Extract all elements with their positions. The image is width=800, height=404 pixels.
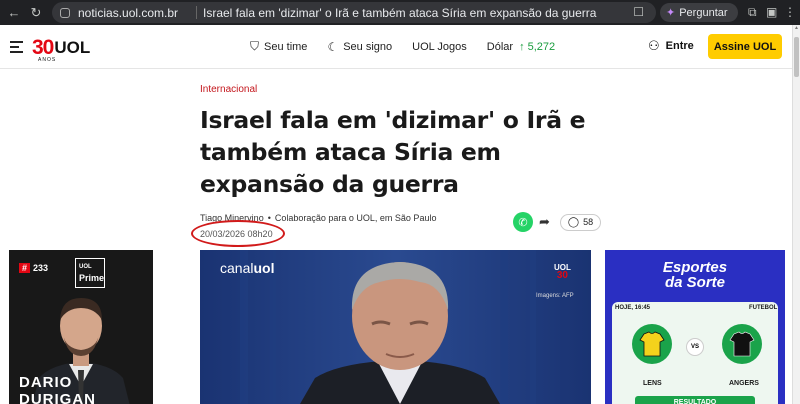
match-time: HOJE, 16:45: [615, 305, 651, 311]
sparkle-icon: ✦: [666, 7, 676, 19]
url-text: noticias.uol.com.br: [78, 5, 179, 20]
dolar-quote[interactable]: Dólar ↑ 5,272: [487, 41, 555, 53]
bookmark-icon[interactable]: ☐: [633, 5, 644, 19]
site-info-icon[interactable]: [60, 7, 70, 18]
sponsor-line1: Esportes: [662, 259, 728, 276]
channel-brand: uol: [253, 260, 275, 276]
comments-button[interactable]: ◯ 58: [559, 213, 602, 231]
byline-dot: •: [267, 213, 271, 223]
video-player[interactable]: canaluol UOL 30 Imagens: AFP: [200, 250, 591, 404]
channel-prefix: canal: [220, 260, 254, 276]
ask-button[interactable]: ✦ Perguntar: [660, 3, 738, 22]
dolar-value: ↑ 5,272: [519, 40, 556, 53]
comment-icon: ◯: [567, 216, 580, 228]
menu-icon[interactable]: ⋮: [784, 5, 796, 19]
nav-seu-signo[interactable]: ☾ Seu signo: [327, 40, 392, 54]
logo-sub: ANOS: [38, 57, 57, 63]
image-credit: Imagens: AFP: [536, 293, 574, 299]
sponsor-logo: Esportes da Sorte: [605, 260, 785, 290]
nav-label: UOL Jogos: [412, 40, 467, 53]
prime-top: UOL: [79, 264, 92, 270]
shield-icon: ⛉: [250, 39, 260, 53]
address-divider: [196, 6, 197, 19]
collab-text: Colaboração para o UOL, em São Paulo: [274, 213, 437, 223]
uol-logo[interactable]: 30 UOL ANOS: [32, 34, 91, 63]
back-icon[interactable]: ←: [6, 5, 22, 20]
team-home-name: LENS: [643, 380, 662, 387]
article-title: Israel fala em 'dizimar' o Irã e também …: [200, 106, 586, 198]
rank-value: 233: [33, 263, 49, 273]
uol-prime-logo: UOL Prime: [75, 258, 105, 288]
uol30-badge: UOL 30: [554, 264, 571, 281]
page-title-text: Israel fala em 'dizimar' o Irã e também …: [203, 5, 597, 20]
versus-badge: VS: [686, 338, 704, 356]
user-icon: ⚇: [648, 38, 660, 53]
rank-badge: #233: [19, 263, 48, 273]
browser-toolbar: ← ↻ noticias.uol.com.br Israel fala em '…: [0, 0, 800, 25]
site-header: 30 UOL ANOS ⛉ Seu time ☾ Seu signo UOL J…: [0, 25, 792, 69]
hash-icon: #: [19, 263, 31, 273]
nav-label: Seu signo: [343, 40, 393, 53]
article-category[interactable]: Internacional: [200, 84, 600, 95]
article-header: Internacional Israel fala em 'dizimar' o…: [200, 84, 600, 200]
logo-brand: UOL: [54, 38, 91, 57]
prime-label: Prime: [79, 273, 105, 283]
login-label: Entre: [665, 40, 694, 52]
sponsor-line2: da Sorte: [664, 274, 725, 291]
dolar-label: Dólar: [486, 40, 514, 53]
moon-icon: ☾: [327, 39, 339, 54]
nav-label: Seu time: [264, 40, 308, 53]
nav-seu-time[interactable]: ⛉ Seu time: [250, 39, 307, 54]
address-bar[interactable]: noticias.uol.com.br Israel fala em 'dizi…: [52, 2, 656, 23]
match-sport: FUTEBOL: [749, 305, 778, 311]
team-home-icon: [632, 324, 672, 364]
comments-count: 58: [583, 217, 594, 227]
whatsapp-icon[interactable]: ✆: [513, 212, 533, 232]
hamburger-menu-icon[interactable]: [10, 41, 23, 56]
ad-left-banner[interactable]: #233 UOL Prime DARIO DURIGAN: [9, 250, 153, 404]
team-away-name: ANGERS: [729, 380, 759, 387]
date-highlight-circle: [191, 220, 285, 247]
scroll-up-icon[interactable]: ▲: [793, 25, 800, 31]
page-scrollbar[interactable]: ▲: [792, 25, 800, 404]
ad-right-banner[interactable]: Esportes da Sorte HOJE, 16:45 FUTEBOL VS…: [605, 250, 785, 404]
top-nav: ⛉ Seu time ☾ Seu signo UOL Jogos Dólar ↑…: [250, 39, 575, 54]
team-away-icon: [722, 324, 762, 364]
subscribe-button[interactable]: Assine UOL: [708, 34, 782, 59]
ad-left-caption: DARIO DURIGAN: [19, 374, 96, 404]
share-icon[interactable]: ➦: [539, 214, 550, 230]
login-link[interactable]: ⚇ Entre: [648, 38, 694, 54]
ask-label: Perguntar: [679, 6, 728, 19]
result-button[interactable]: RESULTADO: [635, 396, 755, 404]
share-bar: ✆ ➦ ◯ 58: [513, 212, 602, 232]
uol30-number: 30: [556, 270, 568, 281]
nav-uol-jogos[interactable]: UOL Jogos: [412, 41, 467, 53]
scroll-thumb[interactable]: [794, 37, 799, 77]
reload-icon[interactable]: ↻: [28, 5, 44, 21]
channel-logo: canaluol: [220, 260, 274, 276]
extensions-icon[interactable]: ⧉: [748, 5, 757, 20]
tabs-icon[interactable]: ▣: [766, 5, 777, 19]
